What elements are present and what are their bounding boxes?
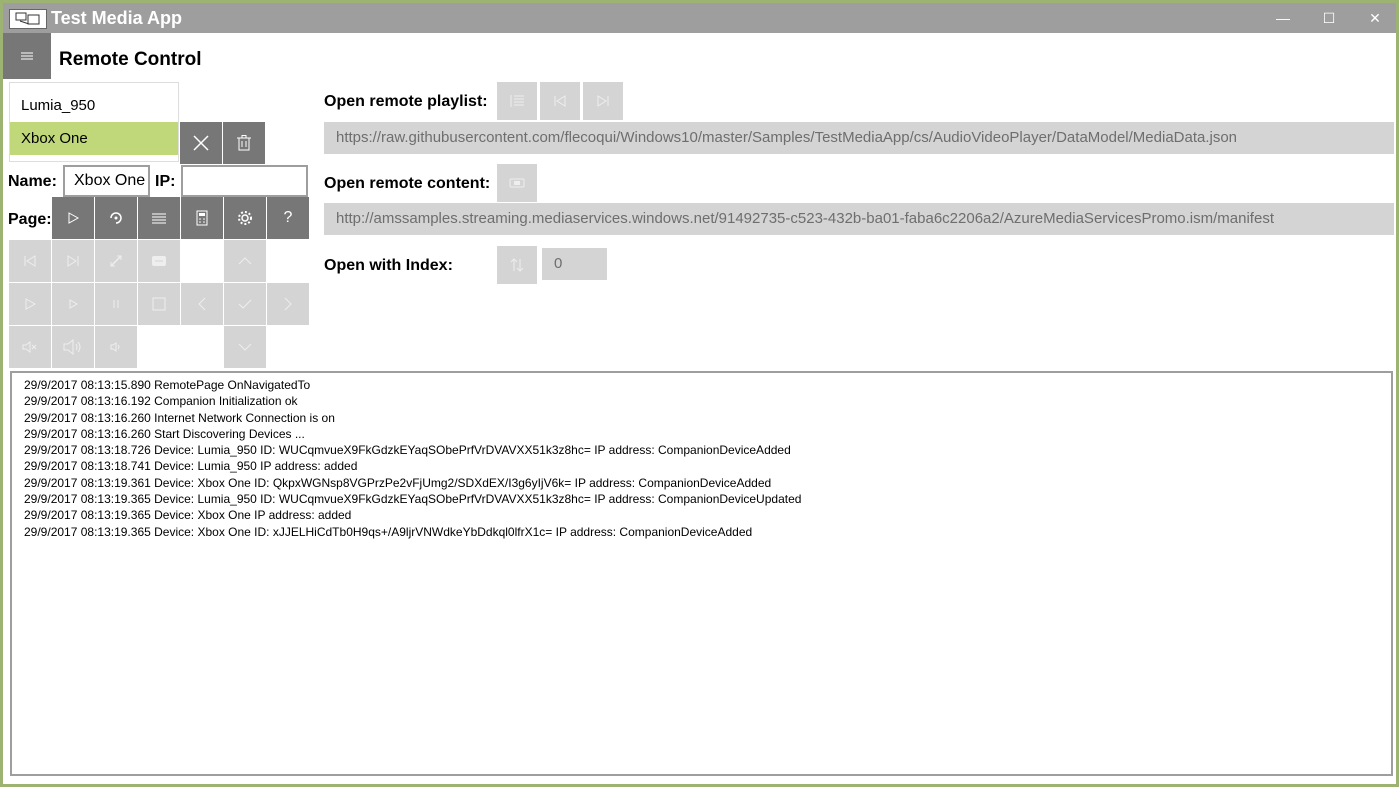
media-icon [509,178,525,188]
previous-button[interactable] [9,240,51,282]
right-button[interactable] [267,283,309,325]
skip-previous-icon [554,95,566,107]
log-line: 29/9/2017 08:13:19.365 Device: Xbox One … [24,508,352,523]
refresh-icon [110,212,122,224]
minimize-icon: — [1276,10,1290,26]
name-input[interactable]: Xbox One [63,165,150,197]
sort-icon [510,258,524,272]
skip-next-icon [67,255,79,267]
page-label: Page: [8,211,52,228]
hamburger-menu-button[interactable] [3,33,51,79]
log-line: 29/9/2017 08:13:15.890 RemotePage OnNavi… [24,378,311,392]
open-content-label: Open remote content: [324,175,491,192]
page-refresh-button[interactable] [95,197,137,239]
hamburger-icon [21,52,33,60]
device-item-xbox[interactable]: Xbox One [10,122,178,155]
log-line: 29/9/2017 08:13:16.192 Companion Initial… [24,394,298,409]
index-input[interactable]: 0 [542,248,607,280]
log-line: 29/9/2017 08:13:18.726 Device: Lumia_950… [24,443,791,458]
play-icon [25,298,37,310]
stop-button[interactable] [138,283,180,325]
page-help-button[interactable]: ? [267,197,309,239]
log-line: 29/9/2017 08:13:19.365 Device: Xbox One … [24,524,753,539]
open-content-button[interactable] [497,164,537,202]
window-title: Test Media App [51,8,183,28]
close-icon: ✕ [1369,9,1381,26]
page-settings-button[interactable] [224,197,266,239]
title-bar: Test Media App — ☐ ✕ [3,3,1396,33]
pause-icon [113,300,119,308]
chevron-right-icon [284,297,292,311]
chevron-up-icon [238,257,252,265]
mute-button[interactable] [9,326,51,368]
page-title: Remote Control [59,49,202,70]
checkmark-icon [238,299,252,309]
playlist-url-input[interactable]: https://raw.githubusercontent.com/flecoq… [324,122,1394,154]
volume-down-button[interactable] [95,326,137,368]
trash-icon [237,135,251,151]
stop-icon [152,297,166,311]
playlist-icon [510,95,524,107]
minimize-button[interactable]: — [1260,3,1306,33]
screen-icon [152,256,166,266]
pause-button[interactable] [95,283,137,325]
left-button[interactable] [181,283,223,325]
open-playlist-label: Open remote playlist: [324,93,488,110]
close-button[interactable]: ✕ [1352,3,1398,33]
open-playlist-button[interactable] [497,82,537,120]
play-button[interactable] [9,283,51,325]
fullscreen-button[interactable] [95,240,137,282]
volume-up-icon [63,339,81,355]
log-line: 29/9/2017 08:13:16.260 Internet Network … [24,410,335,425]
mute-icon [22,341,37,353]
volume-up-button[interactable] [52,326,94,368]
next-button[interactable] [52,240,94,282]
device-list: Lumia_950 Xbox One [9,82,179,162]
maximize-icon: ☐ [1322,9,1336,26]
name-label: Name: [8,173,57,190]
page-remote-button[interactable] [181,197,223,239]
chevron-down-icon [238,343,252,351]
ip-input[interactable] [181,165,308,197]
gear-icon [238,211,252,225]
ip-label: IP: [155,173,176,190]
remove-device-button[interactable] [180,122,222,164]
open-index-button[interactable] [497,246,537,284]
down-button[interactable] [224,326,266,368]
app-icon [9,9,47,29]
expand-icon [110,255,122,267]
volume-down-icon [110,342,120,352]
open-index-label: Open with Index: [324,257,453,274]
play-small-button[interactable] [52,283,94,325]
device-item-lumia[interactable]: Lumia_950 [10,89,178,122]
skip-previous-icon [24,255,36,267]
close-icon [193,135,209,151]
list-icon [152,213,166,224]
playlist-previous-button[interactable] [540,82,580,120]
log-line: 29/9/2017 08:13:19.365 Device: Lumia_950… [24,492,802,507]
log-panel[interactable]: 29/9/2017 08:13:15.890 RemotePage OnNavi… [10,371,1393,776]
calculator-icon [196,210,208,226]
page-playlist-button[interactable] [138,197,180,239]
help-icon: ? [283,209,293,226]
log-line: 29/9/2017 08:13:16.260 Start Discovering… [24,426,305,441]
up-button[interactable] [224,240,266,282]
content-url-input[interactable]: http://amssamples.streaming.mediaservice… [324,203,1394,235]
select-button[interactable] [224,283,266,325]
play-icon [68,212,80,224]
app-window: Test Media App — ☐ ✕ Remote Control Lumi… [0,0,1399,787]
log-line: 29/9/2017 08:13:18.741 Device: Lumia_950… [24,459,358,474]
delete-device-button[interactable] [223,122,265,164]
window-mode-button[interactable] [138,240,180,282]
play-small-icon [69,299,78,309]
maximize-button[interactable]: ☐ [1306,3,1352,33]
chevron-left-icon [198,297,206,311]
page-player-button[interactable] [52,197,94,239]
playlist-next-button[interactable] [583,82,623,120]
log-line: 29/9/2017 08:13:19.361 Device: Xbox One … [24,475,772,490]
skip-next-icon [597,95,609,107]
